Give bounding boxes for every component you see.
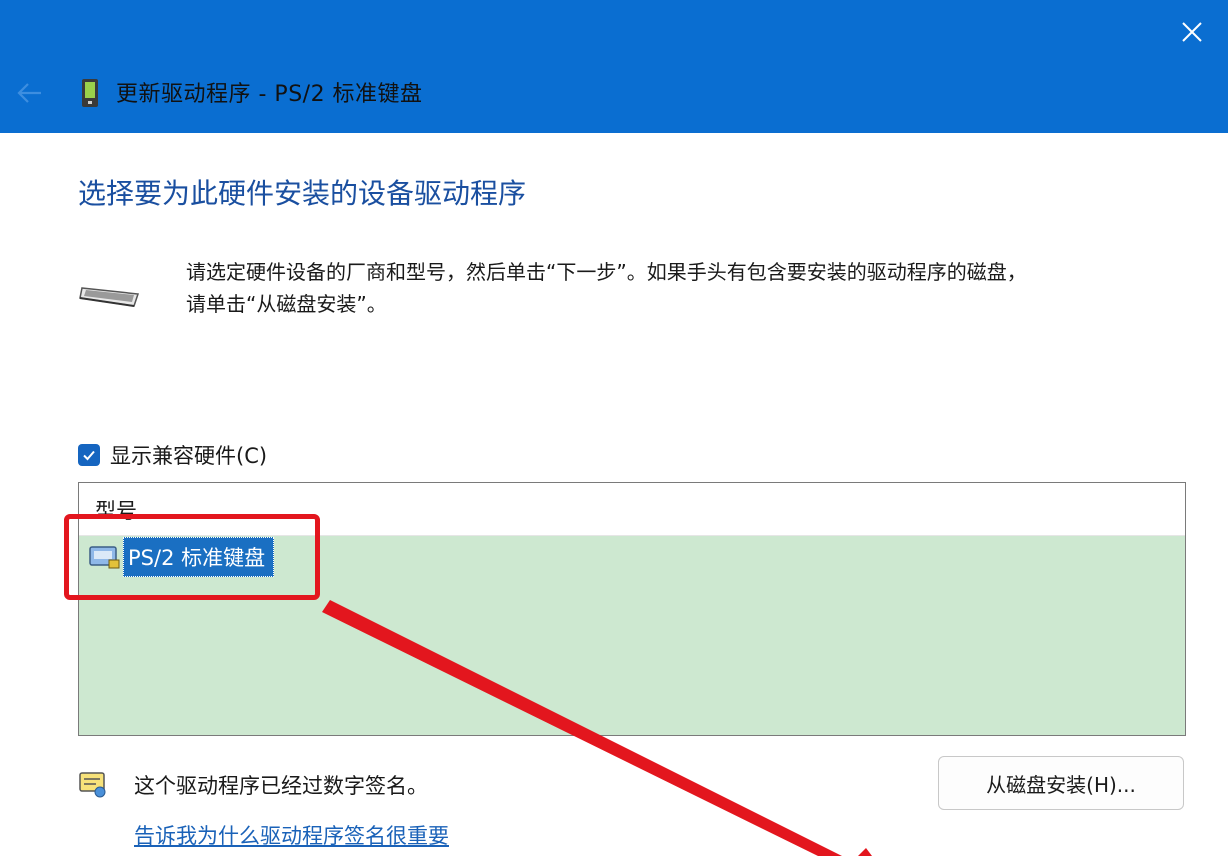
back-arrow-icon — [17, 83, 41, 103]
model-list-header[interactable]: 型号 — [79, 483, 1185, 536]
title-bar: 更新驱动程序 - PS/2 标准键盘 — [0, 0, 1228, 133]
instructions-line-2: 请单击“从磁盘安装”。 — [186, 292, 387, 316]
model-column-header: 型号 — [95, 499, 137, 523]
have-disk-button[interactable]: 从磁盘安装(H)... — [938, 756, 1184, 810]
keyboard-icon — [79, 287, 140, 307]
instructions-text: 请选定硬件设备的厂商和型号，然后单击“下一步”。如果手头有包含要安装的驱动程序的… — [186, 256, 1186, 320]
driver-update-dialog: 更新驱动程序 - PS/2 标准键盘 选择要为此硬件安装的设备驱动程序 请选定硬… — [0, 0, 1228, 856]
checkbox-box[interactable] — [78, 444, 100, 466]
keyboard-device-icon — [89, 546, 120, 569]
show-compatible-hardware-label: 显示兼容硬件(C) — [110, 444, 268, 468]
model-list[interactable]: 型号 PS/2 标准键盘 — [78, 482, 1186, 736]
back-button[interactable] — [10, 74, 48, 112]
close-icon — [1182, 22, 1202, 42]
model-item-label: PS/2 标准键盘 — [123, 537, 275, 577]
driver-signing-help-link[interactable]: 告诉我为什么驱动程序签名很重要 — [134, 820, 449, 850]
model-list-item[interactable]: PS/2 标准键盘 — [87, 537, 275, 577]
instructions-line-1: 请选定硬件设备的厂商和型号，然后单击“下一步”。如果手头有包含要安装的驱动程序的… — [186, 260, 1027, 284]
device-icon — [82, 79, 98, 107]
show-compatible-hardware-checkbox[interactable]: 显示兼容硬件(C) — [78, 440, 267, 470]
checkmark-icon — [83, 450, 95, 461]
close-button[interactable] — [1170, 10, 1214, 54]
certificate-icon — [79, 772, 106, 798]
annotation-arrow-tip — [858, 848, 872, 856]
window-title: 更新驱动程序 - PS/2 标准键盘 — [116, 82, 423, 107]
page-heading: 选择要为此硬件安装的设备驱动程序 — [78, 177, 527, 210]
signed-driver-status: 这个驱动程序已经过数字签名。 — [134, 774, 428, 798]
